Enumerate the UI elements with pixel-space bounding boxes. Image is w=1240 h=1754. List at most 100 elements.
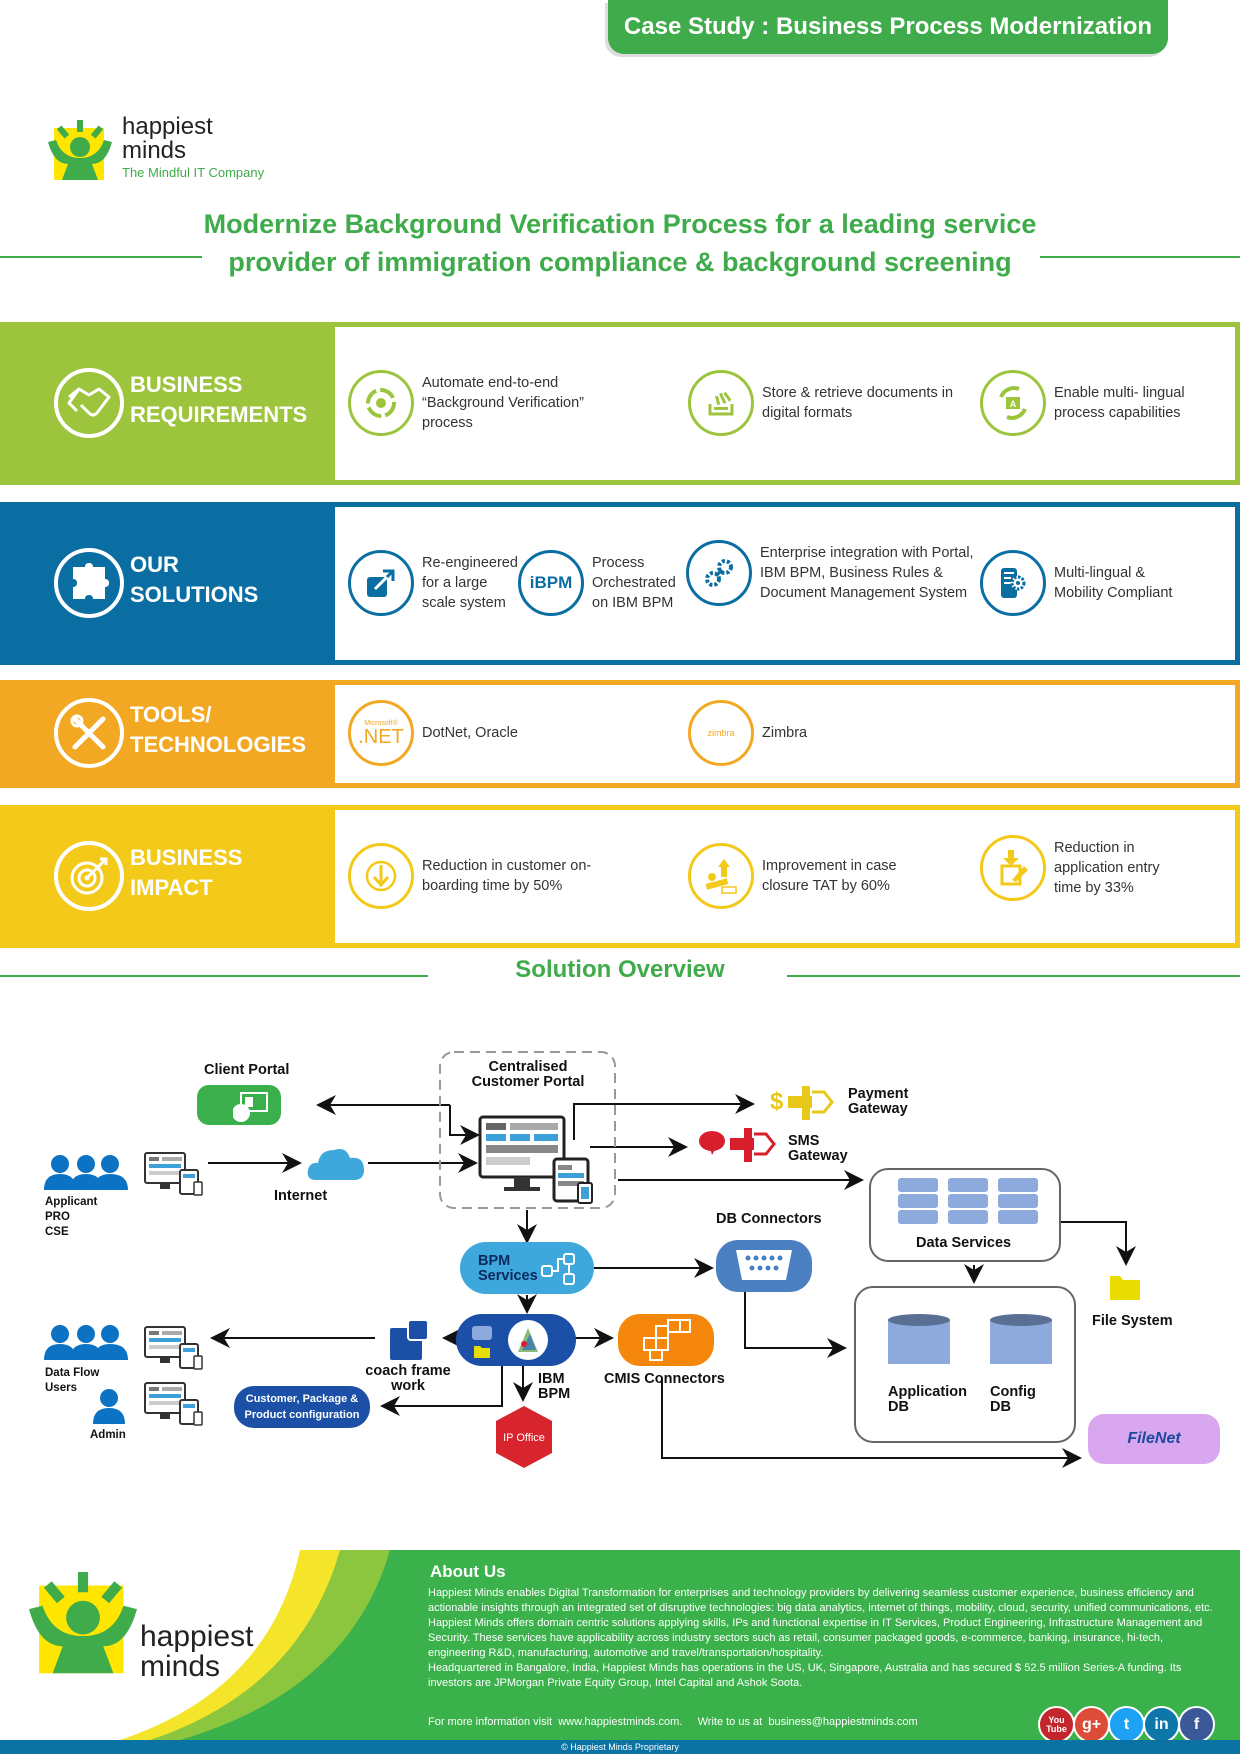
company-logo[interactable]: happiest minds The Mindful IT Company (42, 105, 282, 185)
item-text: Automate end-to-end “Background Verifica… (422, 375, 584, 431)
handshake-icon (54, 368, 124, 438)
item-text: Multi-lingual & Mobility Compliant (1054, 565, 1173, 601)
logo-tagline: The Mindful IT Company (122, 165, 265, 180)
facebook-glyph: f (1193, 1715, 1200, 1733)
linkedin-icon[interactable]: in (1143, 1706, 1180, 1743)
list-item: Re-engineered for a large scale system (348, 550, 518, 616)
data-flow-users-line1: Data Flow (45, 1367, 100, 1379)
svg-text:A: A (1010, 399, 1017, 409)
user-role-cse: CSE (45, 1226, 69, 1238)
client-portal-label: Client Portal (204, 1062, 290, 1078)
config-db-line1: Config (990, 1384, 1036, 1400)
facebook-icon[interactable]: f (1178, 1706, 1215, 1743)
coach-framework-label: coach frame work (364, 1364, 452, 1394)
db-connectors-node[interactable] (716, 1240, 812, 1292)
contact-prefix: For more information visit (428, 1716, 553, 1728)
copyright-bar: © Happiest Minds Proprietary (0, 1740, 1240, 1754)
cubes-icon (643, 1319, 691, 1361)
list-item: Store & retrieve documents in digital fo… (688, 370, 958, 436)
cmis-connectors-node[interactable] (618, 1314, 714, 1366)
config-db-label: Config DB (990, 1385, 1036, 1415)
application-db-line2: DB (888, 1399, 909, 1415)
list-item: Reduction in application entry time by 3… (980, 835, 1220, 901)
filenet-node[interactable]: FileNet (1088, 1414, 1220, 1464)
youtube-icon[interactable]: You Tube (1038, 1706, 1075, 1743)
footer-logo-line1: happiest (140, 1620, 254, 1653)
automation-cycle-icon (348, 370, 414, 436)
twitter-icon[interactable]: t (1108, 1706, 1145, 1743)
data-services-label: Data Services (916, 1235, 1012, 1251)
section-label-line2: SOLUTIONS (130, 582, 259, 607)
twitter-glyph: t (1123, 1715, 1130, 1733)
coach-framework-line2: work (391, 1378, 425, 1394)
list-item: Microsoft® .NET DotNet, Oracle (348, 700, 608, 766)
document-stack-icon (688, 370, 754, 436)
ibpm-logo-icon: iBPM (518, 550, 584, 616)
section-tools-technologies: TOOLS/ TECHNOLOGIES Microsoft® .NET DotN… (0, 680, 1240, 788)
payment-gateway-icon (788, 1086, 834, 1120)
section-label-line2: IMPACT (130, 875, 213, 900)
sms-gateway-icon (730, 1128, 776, 1162)
database-cylinders-icon (888, 1314, 1052, 1364)
item-text: Reduction in customer on-boarding time b… (422, 858, 592, 894)
payment-gateway-line1: Payment (848, 1086, 909, 1102)
list-item: iBPM Process Orchestrated on IBM BPM (518, 550, 688, 616)
application-db-label: Application DB (888, 1385, 967, 1415)
item-text: Re-engineered for a large scale system (422, 555, 518, 611)
dollar-icon: $ (770, 1088, 784, 1115)
bpm-services-node[interactable]: BPM Services (460, 1242, 594, 1294)
section-label-line1: TOOLS/ (130, 702, 212, 727)
target-icon (54, 841, 124, 911)
data-services-icon (898, 1178, 1038, 1224)
admin-label: Admin (90, 1429, 126, 1441)
customer-config-node[interactable]: Customer, Package & Product configuratio… (234, 1386, 370, 1428)
list-item: Enterprise integration with Portal, IBM … (686, 540, 986, 606)
users-group-icon (44, 1155, 128, 1190)
cmis-connectors-label: CMIS Connectors (604, 1371, 725, 1387)
website-link[interactable]: www.happiestminds.com. (558, 1716, 682, 1728)
about-us-title: About Us (430, 1562, 506, 1581)
solution-overview-title: Solution Overview (515, 956, 725, 983)
mobile-settings-icon (980, 550, 1046, 616)
coach-framework-icon (390, 1320, 429, 1360)
section-label: TOOLS/ TECHNOLOGIES (130, 700, 306, 760)
section-business-impact: BUSINESS IMPACT Reduction in customer on… (0, 805, 1240, 948)
case-study-label: Case Study : Business Process Modernizat… (623, 13, 1153, 40)
google-plus-icon[interactable]: g+ (1073, 1706, 1110, 1743)
bpm-emblem-icon (508, 1320, 548, 1360)
sms-bubble-icon (699, 1131, 725, 1155)
footer-logo-icon (29, 1572, 137, 1674)
section-business-requirements: BUSINESS REQUIREMENTS Automate end-to-en… (0, 322, 1240, 485)
client-portal-node[interactable] (197, 1085, 281, 1125)
folder-icon (1110, 1276, 1140, 1300)
ibpm-glyph: iBPM (529, 573, 573, 592)
devices-icon (144, 1382, 203, 1426)
filenet-label: FileNet (1127, 1430, 1181, 1447)
payment-gateway-label: Payment Gateway (848, 1087, 908, 1117)
case-study-tab: Case Study : Business Process Modernizat… (608, 0, 1168, 54)
centralised-portal-line2: Customer Portal (471, 1074, 585, 1090)
ibm-bpm-line2: BPM (538, 1386, 571, 1402)
arrow-client-to-portal (449, 1105, 480, 1145)
email-link[interactable]: business@happiestminds.com (768, 1716, 917, 1728)
bpm-services-line1: BPM (478, 1253, 511, 1269)
page-title-line2: provider of immigration compliance & bac… (228, 247, 1012, 277)
happiest-minds-logo-icon (48, 120, 112, 180)
customer-config-line2: Product configuration (244, 1409, 360, 1421)
write-prefix: Write to us at (697, 1716, 763, 1728)
cloud-icon (307, 1149, 364, 1180)
devices-icon (144, 1326, 203, 1370)
sms-gateway-label: SMS Gateway (788, 1134, 848, 1164)
list-item: Improvement in case closure TAT by 60% (688, 843, 948, 909)
sms-gateway-line2: Gateway (788, 1148, 848, 1164)
dotnet-glyph: .NET (358, 725, 404, 748)
workflow-icon (541, 1253, 575, 1285)
zimbra-glyph: zimbra (707, 728, 735, 738)
logo-wordmark: happiest minds (122, 115, 213, 163)
dotnet-logo-icon: Microsoft® .NET (348, 700, 414, 766)
arrow-to-file-system (1060, 1221, 1136, 1266)
application-db-line1: Application (888, 1384, 967, 1400)
ibm-bpm-node[interactable] (456, 1314, 576, 1366)
bpm-services-line2: Services (478, 1268, 538, 1284)
scale-arrow-icon (348, 550, 414, 616)
